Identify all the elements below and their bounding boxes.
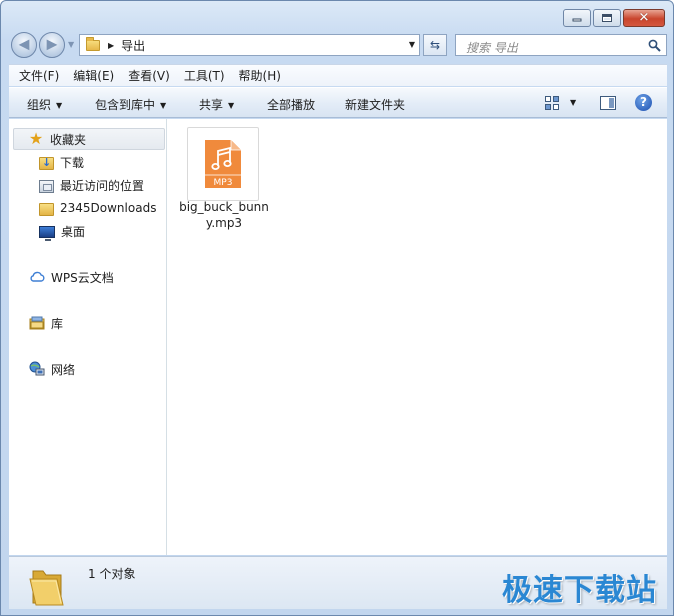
organize-button[interactable]: 组织 ▼	[27, 96, 62, 113]
search-placeholder: 搜索 导出	[466, 41, 518, 55]
watermark: 极速下载站	[502, 573, 657, 608]
file-name[interactable]: big_buck_bunny.mp3	[178, 199, 270, 231]
minimize-button[interactable]	[563, 9, 591, 27]
cloud-icon	[29, 269, 45, 285]
sidebar-item-label: 收藏夹	[50, 132, 87, 147]
desktop-icon	[39, 226, 55, 241]
chevron-down-icon: ▼	[160, 101, 167, 110]
help-icon[interactable]: ?	[635, 94, 652, 111]
mp3-file-icon: MP3	[205, 140, 241, 188]
recent-pages-dropdown[interactable]: ▼	[68, 40, 74, 49]
maximize-icon	[602, 14, 612, 22]
address-bar[interactable]: ▶ 导出 ▼	[79, 34, 420, 56]
forward-arrow-icon: ▶	[46, 36, 58, 53]
change-view-icon[interactable]	[545, 96, 559, 110]
command-bar: 组织 ▼ 包含到库中 ▼ 共享 ▼ 全部播放 新建文件夹 ▼ ?	[9, 87, 667, 118]
sidebar-item-network[interactable]: 网络	[9, 358, 75, 380]
sidebar-item-2345downloads[interactable]: 2345Downloads	[9, 197, 156, 219]
sidebar-item-wps-cloud[interactable]: WPS云文档	[9, 266, 114, 288]
caption-buttons: ✕	[563, 9, 665, 27]
menu-edit[interactable]: 编辑(E)	[73, 67, 114, 84]
menu-bar: 文件(F) 编辑(E) 查看(V) 工具(T) 帮助(H)	[9, 64, 667, 86]
sidebar-item-label: 下载	[60, 155, 85, 170]
menu-tools[interactable]: 工具(T)	[184, 67, 225, 84]
sidebar-item-recent-places[interactable]: 最近访问的位置	[9, 174, 144, 196]
details-pane: 1 个对象 极速下载站	[9, 556, 667, 609]
sidebar-item-favorites[interactable]: ★ 收藏夹	[13, 128, 165, 150]
sidebar-item-library[interactable]: 库	[9, 312, 63, 334]
chevron-down-icon: ▼	[228, 101, 235, 110]
menu-view[interactable]: 查看(V)	[128, 67, 170, 84]
refresh-icon: ⇆	[429, 38, 441, 52]
sidebar-item-label: 2345Downloads	[60, 201, 157, 215]
sidebar-item-label: 桌面	[61, 224, 86, 239]
minimize-icon	[572, 18, 582, 22]
maximize-button[interactable]	[593, 9, 621, 27]
main-area: ★ 收藏夹 下载 最近访问的位置 2345Downloads 桌面	[9, 119, 667, 555]
sidebar-item-label: 网络	[51, 362, 76, 377]
star-icon: ★	[28, 129, 44, 148]
breadcrumb-item[interactable]: 导出	[121, 37, 145, 54]
network-icon	[29, 361, 45, 377]
close-icon: ✕	[638, 10, 650, 26]
close-button[interactable]: ✕	[623, 9, 665, 27]
sidebar-item-label: 最近访问的位置	[60, 178, 145, 193]
navigation-row: ◀ ▶ ▼ ▶ 导出 ▼ ⇆ 搜索 导出	[9, 31, 667, 59]
sidebar-item-desktop[interactable]: 桌面	[9, 220, 85, 242]
sidebar-item-downloads[interactable]: 下载	[9, 151, 84, 173]
folder-icon	[39, 202, 54, 216]
back-arrow-icon: ◀	[18, 36, 30, 53]
forward-button[interactable]: ▶	[39, 32, 65, 58]
share-label: 共享	[199, 98, 224, 112]
menu-file[interactable]: 文件(F)	[19, 67, 59, 84]
sidebar-item-label: WPS云文档	[51, 270, 114, 285]
status-text: 1 个对象	[88, 567, 136, 581]
refresh-button[interactable]: ⇆	[423, 34, 447, 56]
downloads-folder-icon	[39, 156, 54, 170]
menu-help[interactable]: 帮助(H)	[239, 67, 281, 84]
chevron-down-icon: ▼	[56, 101, 63, 110]
library-icon	[29, 315, 45, 331]
include-in-library-button[interactable]: 包含到库中 ▼	[95, 96, 166, 113]
search-input[interactable]: 搜索 导出	[455, 34, 667, 56]
mp3-badge: MP3	[214, 178, 233, 188]
new-folder-button[interactable]: 新建文件夹	[345, 96, 405, 113]
sidebar-item-label: 库	[51, 316, 64, 331]
include-in-library-label: 包含到库中	[95, 98, 156, 112]
search-icon[interactable]	[648, 39, 661, 52]
play-all-button[interactable]: 全部播放	[267, 96, 315, 113]
breadcrumb-separator-icon[interactable]: ▶	[108, 41, 114, 50]
explorer-window: ✕ ◀ ▶ ▼ ▶ 导出 ▼ ⇆ 搜索 导出 文件(F) 编辑(E) 查看(V)…	[0, 0, 674, 616]
view-options-dropdown-icon[interactable]: ▼	[570, 98, 576, 107]
file-list: MP3 big_buck_bunny.mp3	[168, 119, 667, 555]
address-history-dropdown-icon[interactable]: ▼	[409, 40, 415, 49]
file-item[interactable]: MP3	[187, 127, 259, 201]
navigation-pane: ★ 收藏夹 下载 最近访问的位置 2345Downloads 桌面	[9, 119, 167, 555]
recent-places-icon	[39, 179, 54, 193]
back-button[interactable]: ◀	[11, 32, 37, 58]
folder-icon	[29, 570, 64, 606]
share-button[interactable]: 共享 ▼	[199, 96, 234, 113]
preview-pane-icon[interactable]	[600, 96, 616, 110]
organize-label: 组织	[27, 98, 52, 112]
folder-icon	[86, 36, 100, 51]
